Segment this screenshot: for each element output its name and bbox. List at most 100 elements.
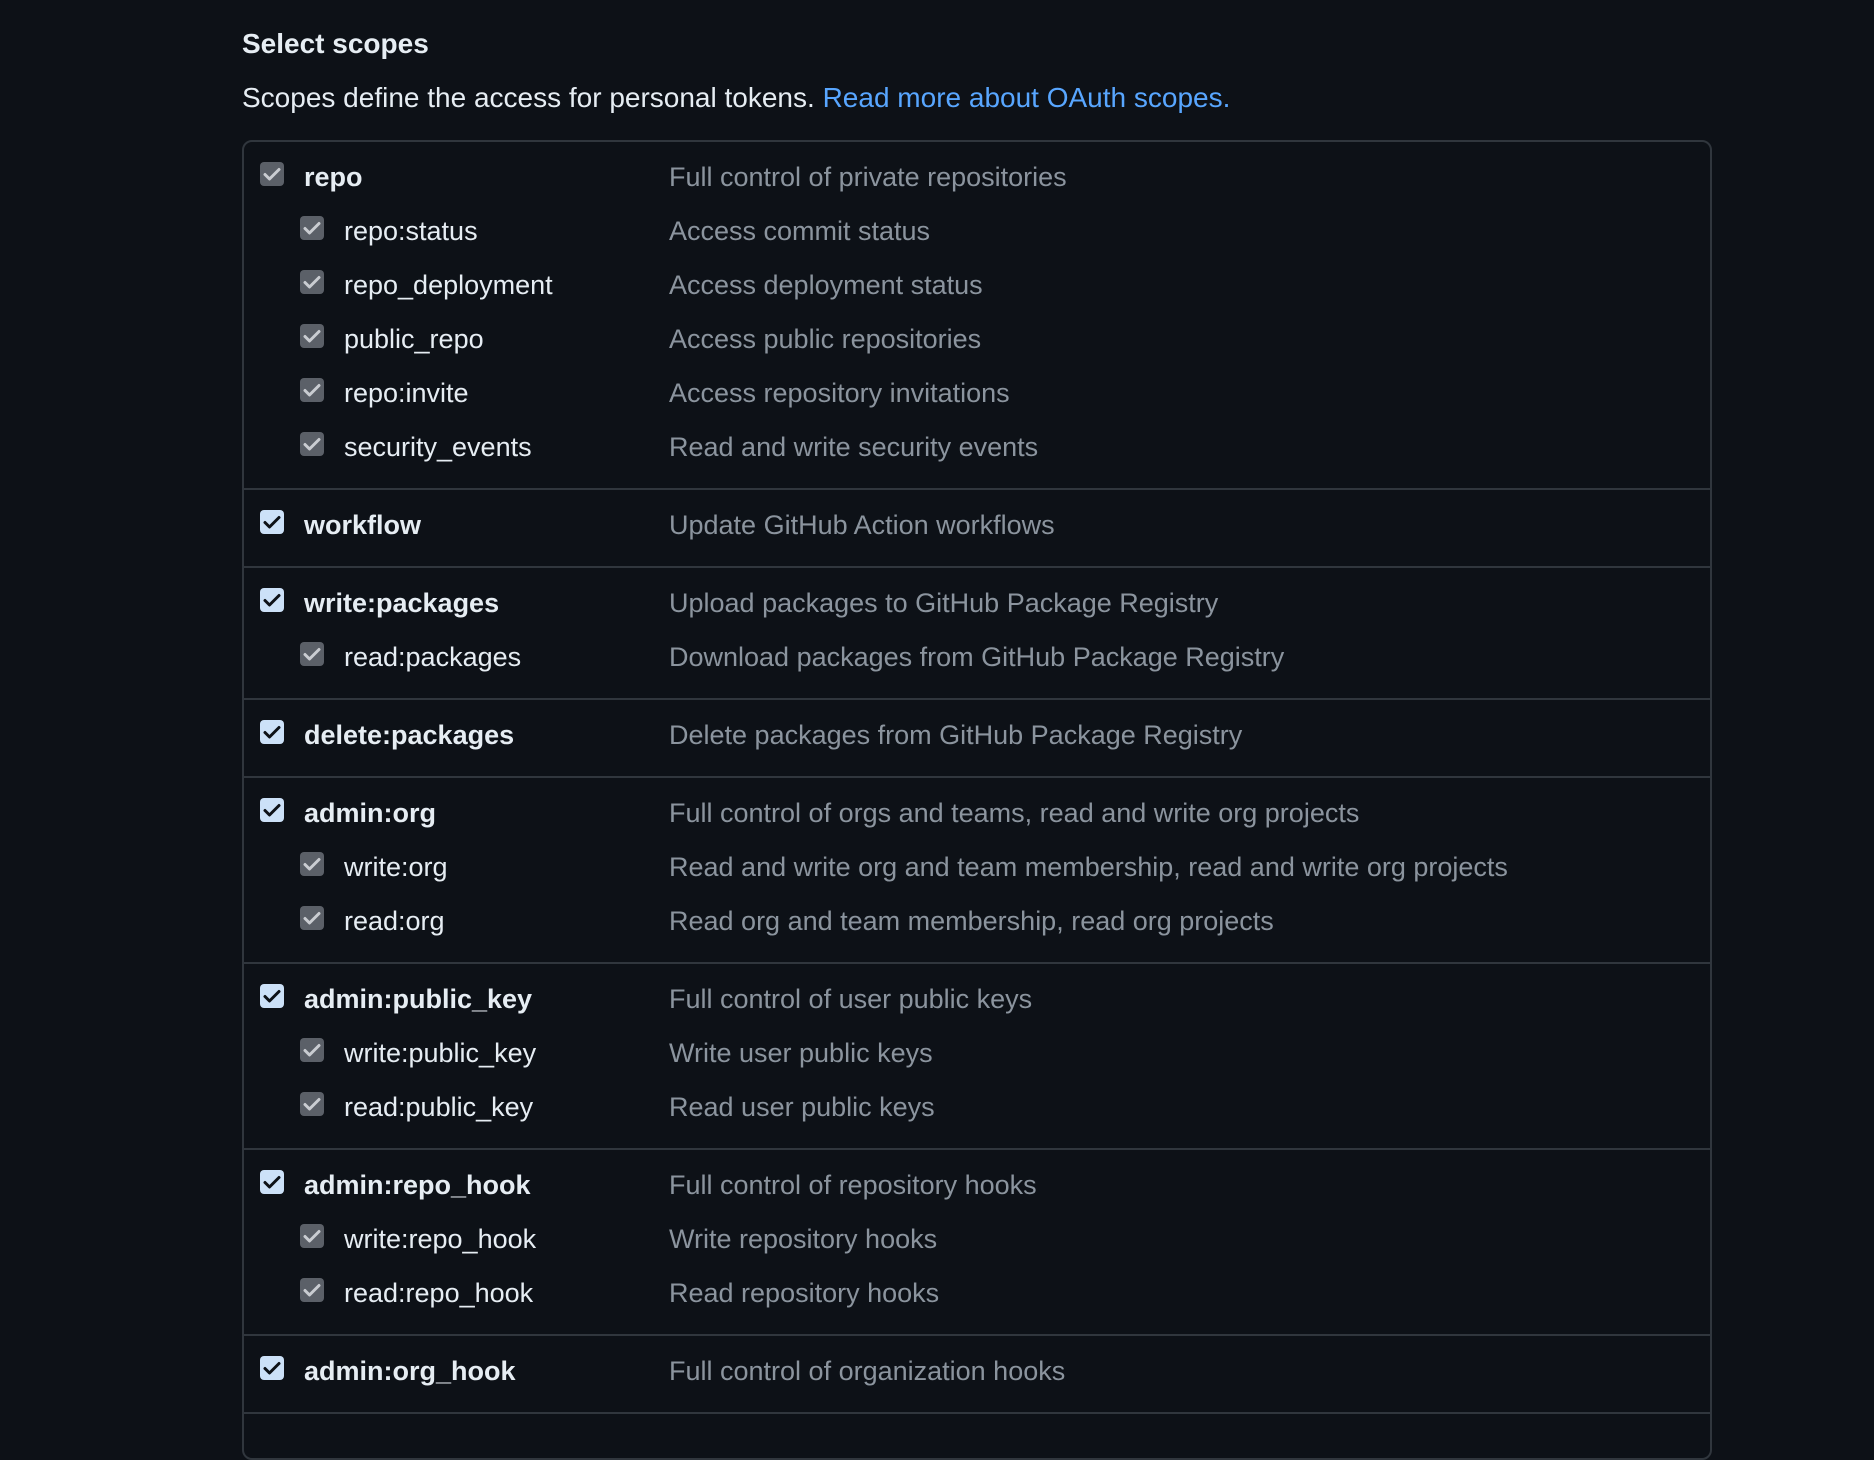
child-scope-row-read-packages: read:packages Download packages from GitH… — [244, 632, 1710, 686]
checkbox-repo[interactable] — [260, 162, 284, 186]
checkmark-icon — [303, 330, 321, 343]
checkmark-icon — [263, 168, 281, 181]
checkbox-repo-invite[interactable] — [300, 378, 324, 402]
scope-name: delete:packages — [304, 720, 515, 750]
scope-name: write:repo_hook — [344, 1224, 537, 1254]
checkmark-icon — [303, 1098, 321, 1111]
scope-name: write:org — [344, 852, 448, 882]
child-scope-row-read-repo-hook: read:repo_hook Read repository hooks — [244, 1268, 1710, 1322]
scope-name: repo — [304, 162, 363, 192]
child-scope-row-repo-invite: repo:invite Access repository invitations — [244, 368, 1710, 422]
scope-row-delete-packages: delete:packages Delete packages from GitH… — [244, 710, 1710, 764]
scope-description: Write repository hooks — [669, 1224, 938, 1254]
checkbox-admin-repo-hook[interactable] — [260, 1170, 284, 1194]
scope-name: admin:org — [304, 798, 436, 828]
scope-description: Read org and team membership, read org p… — [669, 906, 1274, 936]
scope-name: write:public_key — [344, 1038, 537, 1068]
scope-description: Access commit status — [669, 216, 931, 246]
scope-list: repo Full control of private repositories… — [242, 140, 1712, 1460]
scope-description: Download packages from GitHub Package Re… — [669, 642, 1285, 672]
scope-description: Read user public keys — [669, 1092, 935, 1122]
checkbox-write-repo-hook[interactable] — [300, 1224, 324, 1248]
child-scope-row-read-org: read:org Read org and team membership, re… — [244, 896, 1710, 950]
scope-description: Access repository invitations — [669, 378, 1010, 408]
scope-row-workflow: workflow Update GitHub Action workflows — [244, 500, 1710, 554]
scope-description: Update GitHub Action workflows — [669, 510, 1055, 540]
child-scope-row-write-public-key: write:public_key Write user public keys — [244, 1028, 1710, 1082]
checkmark-icon — [303, 384, 321, 397]
child-scope-row-public-repo: public_repo Access public repositories — [244, 314, 1710, 368]
checkbox-repo-deployment[interactable] — [300, 270, 324, 294]
checkmark-icon — [303, 438, 321, 451]
child-scope-row-read-public-key: read:public_key Read user public keys — [244, 1082, 1710, 1136]
checkmark-icon — [303, 276, 321, 289]
scope-group-admin-org-hook: admin:org_hook Full control of organizati… — [244, 1336, 1710, 1414]
scope-name: read:public_key — [344, 1092, 534, 1122]
scope-row-write-packages: write:packages Upload packages to GitHub … — [244, 578, 1710, 632]
scope-name: write:packages — [304, 588, 500, 618]
checkmark-icon — [263, 594, 281, 607]
scope-description: Write user public keys — [669, 1038, 933, 1068]
scope-row-repo: repo Full control of private repositories — [244, 152, 1710, 206]
checkbox-read-packages[interactable] — [300, 642, 324, 666]
section-title: Select scopes — [242, 28, 429, 59]
scope-description: Upload packages to GitHub Package Regist… — [669, 588, 1219, 618]
scope-name: repo:status — [344, 216, 478, 246]
scope-description: Read and write security events — [669, 432, 1039, 462]
checkmark-icon — [263, 516, 281, 529]
oauth-scopes-link[interactable]: Read more about OAuth scopes. — [823, 82, 1231, 113]
checkmark-icon — [263, 1176, 281, 1189]
scope-description: Access public repositories — [669, 324, 982, 354]
scope-group-admin-org: admin:org Full control of orgs and teams,… — [244, 778, 1710, 964]
scope-description: Full control of repository hooks — [669, 1170, 1037, 1200]
checkbox-write-packages[interactable] — [260, 588, 284, 612]
checkbox-write-org[interactable] — [300, 852, 324, 876]
checkbox-write-public-key[interactable] — [300, 1038, 324, 1062]
checkbox-read-repo-hook[interactable] — [300, 1278, 324, 1302]
scope-description: Full control of private repositories — [669, 162, 1067, 192]
scope-row-admin-repo-hook: admin:repo_hook Full control of repositor… — [244, 1160, 1710, 1214]
scope-description: Access deployment status — [669, 270, 983, 300]
scope-group-admin-repo-hook: admin:repo_hook Full control of repositor… — [244, 1150, 1710, 1336]
scope-row-admin-org: admin:org Full control of orgs and teams,… — [244, 788, 1710, 842]
scope-name: read:repo_hook — [344, 1278, 534, 1308]
checkbox-admin-org-hook[interactable] — [260, 1356, 284, 1380]
checkbox-delete-packages[interactable] — [260, 720, 284, 744]
scope-name: workflow — [304, 510, 422, 540]
section-description-text: Scopes define the access for personal to… — [242, 82, 815, 113]
scope-name: security_events — [344, 432, 532, 462]
checkbox-public-repo[interactable] — [300, 324, 324, 348]
checkbox-read-org[interactable] — [300, 906, 324, 930]
scope-name: repo:invite — [344, 378, 469, 408]
scope-group-repo: repo Full control of private repositories… — [244, 142, 1710, 490]
scope-name: read:org — [344, 906, 445, 936]
checkbox-admin-org[interactable] — [260, 798, 284, 822]
scope-name: admin:public_key — [304, 984, 533, 1014]
scope-description: Read repository hooks — [669, 1278, 940, 1308]
checkbox-admin-public-key[interactable] — [260, 984, 284, 1008]
child-scope-row-write-org: write:org Read and write org and team mem… — [244, 842, 1710, 896]
scope-group-admin-public-key: admin:public_key Full control of user pub… — [244, 964, 1710, 1150]
scope-description: Delete packages from GitHub Package Regi… — [669, 720, 1243, 750]
scope-description: Full control of user public keys — [669, 984, 1033, 1014]
child-scope-row-repo-deployment: repo_deployment Access deployment status — [244, 260, 1710, 314]
scope-row-admin-public-key: admin:public_key Full control of user pub… — [244, 974, 1710, 1028]
scope-description: Full control of orgs and teams, read and… — [669, 798, 1360, 828]
checkmark-icon — [303, 222, 321, 235]
checkbox-repo-status[interactable] — [300, 216, 324, 240]
checkmark-icon — [263, 804, 281, 817]
checkbox-security-events[interactable] — [300, 432, 324, 456]
child-scope-row-repo-status: repo:status Access commit status — [244, 206, 1710, 260]
scope-name: repo_deployment — [344, 270, 553, 300]
scope-name: public_repo — [344, 324, 484, 354]
checkmark-icon — [303, 912, 321, 925]
scope-group-workflow: workflow Update GitHub Action workflows — [244, 490, 1710, 568]
checkmark-icon — [303, 1044, 321, 1057]
scope-group-delete-packages: delete:packages Delete packages from GitH… — [244, 700, 1710, 778]
child-scope-row-security-events: security_events Read and write security e… — [244, 422, 1710, 476]
checkbox-read-public-key[interactable] — [300, 1092, 324, 1116]
scope-name: admin:repo_hook — [304, 1170, 531, 1200]
checkbox-workflow[interactable] — [260, 510, 284, 534]
checkmark-icon — [263, 726, 281, 739]
child-scope-row-write-repo-hook: write:repo_hook Write repository hooks — [244, 1214, 1710, 1268]
